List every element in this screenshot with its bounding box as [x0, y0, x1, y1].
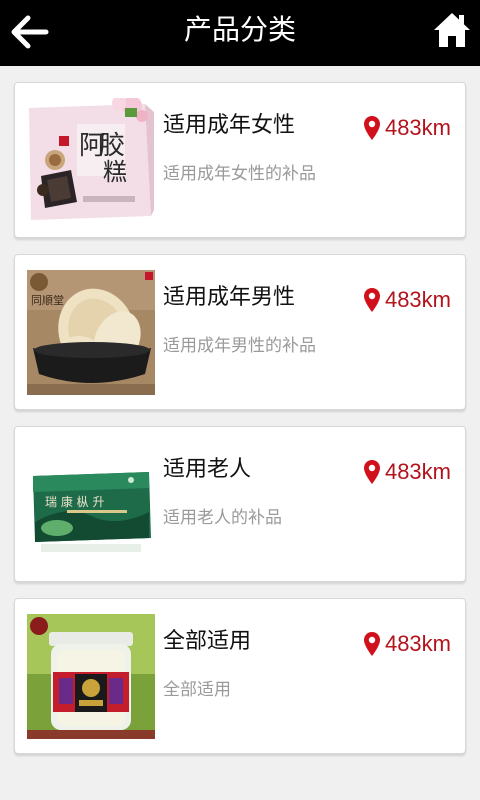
svg-text:胶: 胶	[99, 131, 125, 161]
product-image-antler-slices: 同順堂	[27, 270, 155, 395]
distance-value: 483km	[384, 459, 451, 484]
product-image-birds-nest-jar	[27, 614, 155, 739]
category-name: 适用成年女性	[163, 113, 296, 138]
distance-value: 483km	[384, 631, 451, 656]
svg-text:瑞 康 枞 升: 瑞 康 枞 升	[45, 494, 104, 509]
category-name: 全部适用	[163, 629, 252, 654]
page-title: 产品分类	[183, 13, 296, 46]
category-name: 适用成年男性	[163, 285, 296, 310]
svg-text:糕: 糕	[103, 158, 127, 186]
location-pin-icon	[363, 288, 380, 312]
top-bar: 产品分类	[0, 0, 480, 66]
svg-text:同順堂: 同順堂	[31, 294, 64, 307]
distance-value: 483km	[384, 115, 451, 140]
product-image-ejiao-box: 阿 胶 糕	[27, 98, 155, 223]
home-icon	[434, 13, 470, 47]
category-name: 适用老人	[163, 457, 252, 482]
home-button[interactable]	[432, 10, 472, 50]
category-card-female[interactable]: 阿 胶 糕 适用成年女性 适用成年女性的补品 483km	[14, 82, 466, 238]
distance: 483km	[363, 457, 451, 487]
category-desc: 全部适用	[163, 680, 231, 700]
distance: 483km	[363, 629, 451, 659]
product-image-tea-box: 瑞 康 枞 升	[27, 442, 155, 567]
location-pin-icon	[363, 460, 380, 484]
location-pin-icon	[363, 116, 380, 140]
location-pin-icon	[363, 632, 380, 656]
distance: 483km	[363, 113, 451, 143]
category-card-all[interactable]: 全部适用 全部适用 483km	[14, 598, 466, 754]
distance-value: 483km	[384, 287, 451, 312]
category-card-male[interactable]: 同順堂 适用成年男性 适用成年男性的补品 483km	[14, 254, 466, 410]
distance: 483km	[363, 285, 451, 315]
category-desc: 适用成年男性的补品	[163, 336, 316, 356]
category-desc: 适用老人的补品	[163, 508, 282, 528]
category-card-elderly[interactable]: 瑞 康 枞 升 适用老人 适用老人的补品 483km	[14, 426, 466, 582]
category-desc: 适用成年女性的补品	[163, 164, 316, 184]
